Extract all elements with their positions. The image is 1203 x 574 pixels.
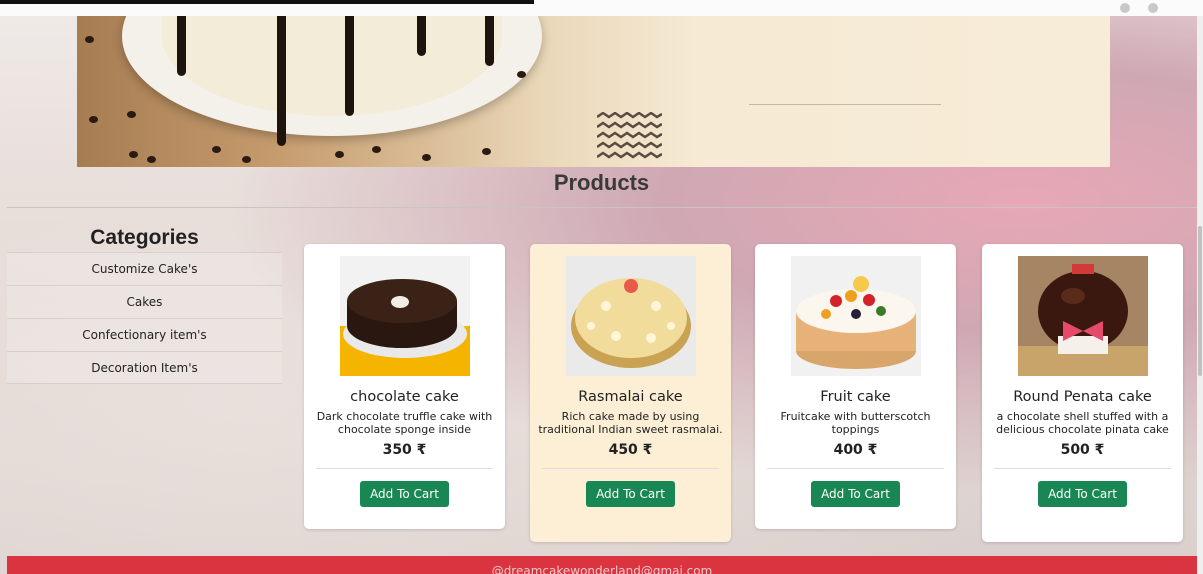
- product-card: Round Penata cake a chocolate shell stuf…: [982, 244, 1183, 542]
- choc-chip: [212, 146, 221, 153]
- categories-sidebar: Categories Customize Cake's Cakes Confec…: [7, 226, 282, 384]
- drip-decoration: [177, 16, 186, 76]
- product-image-fruit-cake: [790, 256, 921, 376]
- product-image-rasmalai-cake: [565, 256, 696, 376]
- footer-email[interactable]: @dreamcakewonderland@gmai.com: [492, 564, 713, 574]
- hero-banner: [77, 16, 1110, 167]
- add-to-cart-button[interactable]: Add To Cart: [811, 481, 900, 507]
- drip-decoration: [345, 16, 354, 116]
- footer: @dreamcakewonderland@gmai.com: [7, 556, 1197, 574]
- category-customize-cakes[interactable]: Customize Cake's: [7, 252, 282, 285]
- card-divider: [767, 468, 944, 469]
- drip-decoration: [277, 16, 286, 146]
- tab-strip: [0, 0, 534, 4]
- product-name: Fruit cake: [820, 389, 891, 405]
- card-divider: [542, 468, 719, 469]
- card-divider: [994, 468, 1171, 469]
- choc-chip: [147, 156, 156, 163]
- choc-chip: [127, 111, 136, 118]
- product-name: Round Penata cake: [1013, 389, 1152, 405]
- product-image-chocolate-cake: [339, 256, 470, 376]
- category-confectionary-items[interactable]: Confectionary item's: [7, 318, 282, 351]
- choc-chip: [482, 148, 491, 155]
- product-description: Rich cake made by using traditional Indi…: [538, 410, 723, 436]
- choc-chip: [372, 146, 381, 153]
- product-description: a chocolate shell stuffed with a delicio…: [996, 410, 1169, 436]
- extension-icon[interactable]: [1120, 3, 1130, 13]
- choc-chip: [89, 116, 98, 123]
- product-card: Fruit cake Fruitcake with butterscotch t…: [755, 244, 956, 529]
- choc-chip: [517, 71, 526, 78]
- card-divider: [316, 468, 493, 469]
- scrollbar[interactable]: [1197, 16, 1203, 574]
- choc-chip: [422, 154, 431, 161]
- product-description: Fruitcake with butterscotch toppings: [780, 410, 931, 436]
- choc-chip: [335, 151, 344, 158]
- add-to-cart-button[interactable]: Add To Cart: [360, 481, 449, 507]
- page-title: Products: [553, 170, 650, 195]
- product-description: Dark chocolate truffle cake with chocola…: [316, 410, 493, 436]
- choc-chip: [242, 156, 251, 163]
- choc-chip: [129, 151, 138, 158]
- product-price: 450 ₹: [608, 442, 653, 458]
- product-name: Rasmalai cake: [578, 389, 683, 405]
- product-name: chocolate cake: [350, 389, 459, 405]
- product-image-round-penata-cake: [1017, 256, 1148, 376]
- choc-chip: [85, 36, 94, 43]
- divider: [7, 207, 1197, 208]
- scrollbar-thumb[interactable]: [1198, 226, 1202, 376]
- product-card: chocolate cake Dark chocolate truffle ca…: [304, 244, 505, 529]
- product-price: 500 ₹: [1060, 442, 1105, 458]
- zigzag-decoration: [597, 112, 662, 159]
- category-cakes[interactable]: Cakes: [7, 285, 282, 318]
- product-card: Rasmalai cake Rich cake made by using tr…: [530, 244, 731, 542]
- category-decoration-items[interactable]: Decoration Item's: [7, 351, 282, 384]
- drip-decoration: [417, 16, 426, 56]
- drip-decoration: [485, 16, 494, 66]
- profile-icon[interactable]: [1148, 3, 1158, 13]
- categories-title: Categories: [90, 226, 199, 249]
- product-price: 350 ₹: [382, 442, 427, 458]
- product-price: 400 ₹: [833, 442, 878, 458]
- browser-chrome: [0, 0, 1203, 16]
- add-to-cart-button[interactable]: Add To Cart: [586, 481, 675, 507]
- banner-line: [749, 104, 941, 105]
- add-to-cart-button[interactable]: Add To Cart: [1038, 481, 1127, 507]
